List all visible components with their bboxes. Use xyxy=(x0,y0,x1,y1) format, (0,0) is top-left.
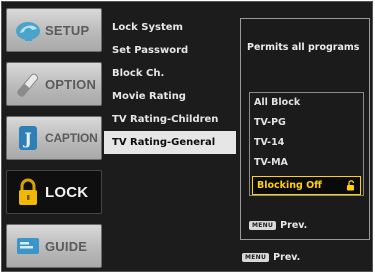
rating-option-all-block[interactable]: All Block xyxy=(250,93,363,113)
lock-icon xyxy=(19,178,37,205)
footer-prev-label: Prev. xyxy=(273,252,301,263)
tab-option[interactable]: OPTION xyxy=(6,62,102,106)
rating-option-blocking-off-label: Blocking Off xyxy=(257,179,322,191)
rating-option-tv-14[interactable]: TV-14 xyxy=(250,133,363,153)
tab-lock[interactable]: LOCK xyxy=(6,170,102,214)
menu-item-movie-rating[interactable]: Movie Rating xyxy=(106,85,236,108)
tab-caption[interactable]: J CAPTION xyxy=(6,116,102,160)
setup-icon xyxy=(16,22,40,41)
tv-menu-screen: SETUP OPTION J CAPTION LOCK GUIDE Lock S… xyxy=(1,1,373,272)
footer-prev-hint: MENU Prev. xyxy=(242,252,300,263)
panel-prev-hint: MENU Prev. xyxy=(249,220,307,231)
tab-guide-label: GUIDE xyxy=(45,238,88,254)
lock-submenu: Lock System Set Password Block Ch. Movie… xyxy=(104,16,236,154)
tab-option-label: OPTION xyxy=(45,76,97,92)
menu-key-icon: MENU xyxy=(242,253,270,262)
guide-icon xyxy=(17,238,39,254)
main-menu-tabs: SETUP OPTION J CAPTION LOCK GUIDE xyxy=(6,8,102,270)
menu-item-lock-system[interactable]: Lock System xyxy=(106,16,236,39)
menu-key-icon: MENU xyxy=(249,221,277,230)
tab-guide[interactable]: GUIDE xyxy=(6,224,102,268)
rating-option-tv-ma[interactable]: TV-MA xyxy=(250,153,363,173)
rating-panel: Permits all programs All Block TV-PG TV-… xyxy=(240,18,370,240)
rating-description: Permits all programs xyxy=(247,42,360,53)
svg-text:J: J xyxy=(22,129,32,148)
tab-caption-label: CAPTION xyxy=(45,131,98,145)
tab-setup[interactable]: SETUP xyxy=(6,8,102,52)
panel-prev-label: Prev. xyxy=(280,220,308,231)
unlock-icon xyxy=(347,180,355,191)
caption-icon: J xyxy=(19,126,37,150)
menu-item-tv-rating-general[interactable]: TV Rating-General xyxy=(104,131,236,154)
tab-lock-label: LOCK xyxy=(45,183,89,201)
menu-item-block-channel[interactable]: Block Ch. xyxy=(106,62,236,85)
rating-option-tv-pg[interactable]: TV-PG xyxy=(250,113,363,133)
menu-item-tv-rating-children[interactable]: TV Rating-Children xyxy=(106,108,236,131)
rating-option-blocking-off[interactable]: Blocking Off xyxy=(252,176,361,195)
rating-options-list: All Block TV-PG TV-14 TV-MA Blocking Off xyxy=(249,92,364,196)
option-icon xyxy=(17,73,39,97)
menu-item-set-password[interactable]: Set Password xyxy=(106,39,236,62)
tab-setup-label: SETUP xyxy=(45,22,90,38)
